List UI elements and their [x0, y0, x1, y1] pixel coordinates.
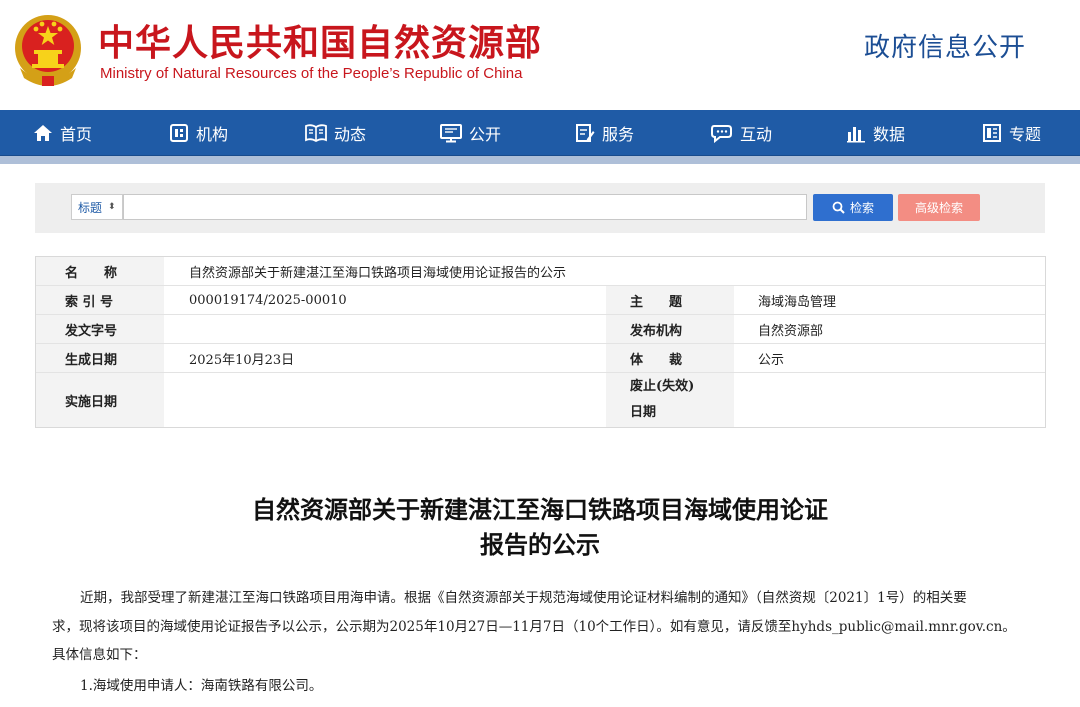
meta-row-effective: 实施日期 废止(失效) 日期 — [36, 373, 1045, 427]
meta-label: 发布机构 — [606, 315, 734, 343]
nav-item-news[interactable]: 动态 — [305, 110, 366, 156]
meta-label: 废止(失效) — [630, 379, 695, 394]
topic-icon — [983, 124, 1001, 142]
nav-item-data[interactable]: 数据 — [846, 110, 905, 156]
meta-value: 公示 — [758, 352, 785, 368]
nav-item-home[interactable]: 首页 — [33, 110, 92, 156]
national-emblem-icon — [15, 15, 81, 86]
nav-label: 互动 — [740, 125, 773, 144]
nav-label: 公开 — [469, 125, 502, 144]
meta-label: 主 题 — [606, 286, 734, 314]
search-field-select[interactable]: 标题 ⬍ — [71, 194, 123, 220]
meta-value: 2025年10月23日 — [189, 352, 295, 368]
nav-label: 数据 — [873, 125, 906, 144]
nav-item-service[interactable]: 服务 — [575, 110, 634, 156]
monitor-icon — [440, 124, 462, 143]
site-title-en: Ministry of Natural Resources of the Peo… — [100, 65, 523, 82]
meta-row-created: 生成日期 2025年10月23日 体 裁 公示 — [36, 344, 1045, 373]
meta-label: 日期 — [630, 405, 657, 420]
meta-label-repeal: 废止(失效) 日期 — [606, 373, 734, 427]
site-title-cn: 中华人民共和国自然资源部 — [98, 23, 543, 64]
article-title: 自然资源部关于新建湛江至海口铁路项目海域使用论证 报告的公示 — [0, 493, 1080, 563]
org-icon — [170, 124, 188, 142]
meta-row-docno: 发文字号 发布机构 自然资源部 — [36, 315, 1045, 344]
meta-value: 自然资源部关于新建湛江至海口铁路项目海域使用论证报告的公示 — [189, 265, 567, 281]
chat-icon — [711, 125, 732, 143]
main-nav: 首页 机构 动态 公开 服务 互动 数据 专题 — [0, 110, 1080, 156]
search-icon — [832, 201, 845, 214]
meta-value — [164, 315, 606, 343]
advanced-search-label: 高级检索 — [914, 201, 963, 215]
meta-value — [734, 373, 1045, 427]
article-paragraph-line: 近期，我部受理了新建湛江至海口铁路项目用海申请。根据《自然资源部关于规范海域使用… — [80, 590, 967, 606]
meta-value: 自然资源部 — [758, 323, 824, 339]
meta-label: 发文字号 — [36, 315, 164, 343]
article-paragraph-line: 具体信息如下： — [52, 647, 147, 663]
section-title[interactable]: 政府信息公开 — [864, 27, 1026, 64]
meta-label: 名 称 — [36, 257, 164, 285]
search-field-value: 标题 — [78, 200, 103, 215]
nav-label: 服务 — [602, 125, 635, 144]
select-caret-icon: ⬍ — [108, 202, 116, 212]
meta-label: 实施日期 — [36, 373, 164, 427]
document-meta-table: 名 称 自然资源部关于新建湛江至海口铁路项目海域使用论证报告的公示 索 引 号 … — [35, 256, 1046, 428]
edit-doc-icon — [576, 124, 595, 142]
nav-label: 动态 — [334, 125, 367, 144]
nav-item-org[interactable]: 机构 — [169, 110, 228, 156]
search-input[interactable] — [123, 194, 807, 220]
nav-label: 机构 — [196, 125, 229, 144]
nav-divider-stripe — [0, 156, 1080, 164]
bar-chart-icon — [847, 127, 865, 143]
article-list-item: 1.海域使用申请人：海南铁路有限公司。 — [80, 678, 323, 694]
search-bar: 标题 ⬍ 检索 高级检索 — [35, 183, 1045, 233]
meta-value — [164, 373, 606, 427]
search-button-label: 检索 — [849, 201, 874, 215]
nav-item-interact[interactable]: 互动 — [711, 110, 772, 156]
book-icon — [305, 124, 327, 143]
article-title-line: 报告的公示 — [480, 531, 600, 559]
meta-label: 体 裁 — [606, 344, 734, 372]
meta-label: 索 引 号 — [36, 286, 164, 314]
meta-label: 生成日期 — [36, 344, 164, 372]
nav-item-topic[interactable]: 专题 — [982, 110, 1041, 156]
article-title-line: 自然资源部关于新建湛江至海口铁路项目海域使用论证 — [252, 496, 828, 524]
nav-label: 首页 — [60, 125, 93, 144]
nav-label: 专题 — [1009, 125, 1042, 144]
advanced-search-button[interactable]: 高级检索 — [898, 194, 980, 221]
nav-item-public[interactable]: 公开 — [440, 110, 501, 156]
search-button[interactable]: 检索 — [813, 194, 893, 221]
meta-row-index: 索 引 号 000019174/2025-00010 主 题 海域海岛管理 — [36, 286, 1045, 315]
article-paragraph-line: 求，现将该项目的海域使用论证报告予以公示，公示期为2025年10月27日—11月… — [52, 619, 1016, 635]
meta-row-name: 名 称 自然资源部关于新建湛江至海口铁路项目海域使用论证报告的公示 — [36, 257, 1045, 286]
site-header: 中华人民共和国自然资源部 Ministry of Natural Resourc… — [0, 0, 1080, 110]
meta-value: 海域海岛管理 — [758, 294, 837, 310]
home-icon — [34, 125, 52, 141]
meta-value: 000019174/2025-00010 — [189, 292, 347, 308]
